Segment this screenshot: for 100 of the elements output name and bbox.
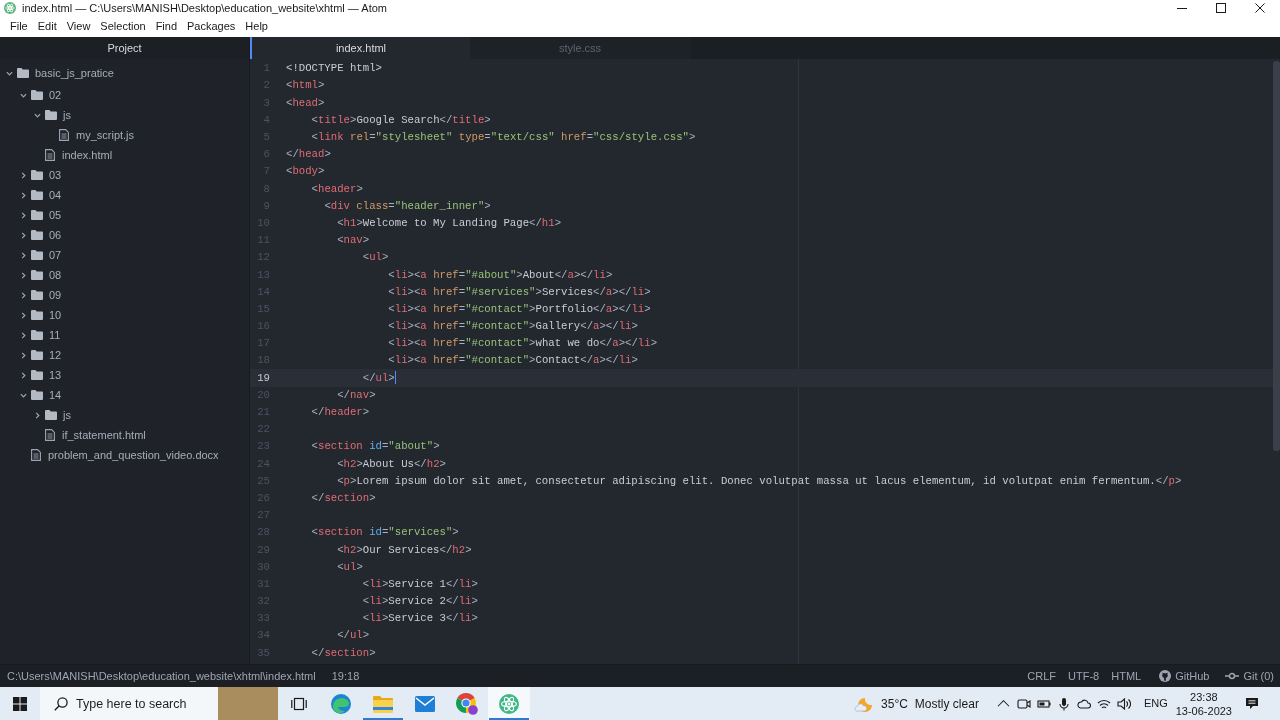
four-tiles-icon: [13, 696, 27, 711]
tree-item[interactable]: 13: [20, 365, 62, 385]
tree-item[interactable]: my_script.js: [59, 125, 135, 145]
github-button[interactable]: GitHub: [1159, 670, 1210, 682]
code-line: <h1>Welcome to My Landing Page</h1>: [337, 217, 562, 229]
folder-icon: [31, 310, 43, 320]
tree-item[interactable]: 10: [20, 305, 62, 325]
folder-icon: [31, 250, 43, 260]
scrollbar[interactable]: [1273, 61, 1280, 451]
code-line: <ul>: [337, 561, 363, 573]
editor-tab[interactable]: index.html: [250, 37, 470, 59]
maximize-icon: [1216, 3, 1226, 13]
code-line: <li><a href="#contact">Gallery</a></li>: [388, 321, 638, 332]
code-line: <html>: [286, 80, 325, 92]
code-line: <li>Service 3</li>: [362, 613, 478, 624]
close-icon: [1255, 3, 1265, 13]
encoding-button[interactable]: UTF-8: [1068, 670, 1100, 682]
code-line: <title>Google Search</title>: [311, 114, 491, 126]
tree-item[interactable]: if_statement.html: [45, 425, 146, 445]
file-folder-icon: [373, 694, 393, 713]
tree-item[interactable]: 14: [20, 385, 62, 405]
line-ending-button[interactable]: CRLF: [1027, 670, 1057, 682]
folder-icon: [31, 330, 43, 340]
minimize-icon: [1177, 7, 1187, 9]
tree-item[interactable]: 05: [20, 205, 62, 225]
project-panel-tab[interactable]: Project: [0, 37, 249, 59]
tree-item[interactable]: 09: [20, 285, 62, 305]
code-line: <li><a href="#contact">what we do</a></li>: [388, 338, 658, 349]
tree-item[interactable]: problem_and_question_video.docx: [31, 445, 219, 465]
code-line: <!DOCTYPE html>: [286, 63, 382, 74]
folder-icon: [31, 190, 43, 200]
taskbar-app-button[interactable]: [488, 687, 530, 720]
clock-button[interactable]: 23:38 13-06-2023: [1171, 689, 1236, 718]
folder-icon: [31, 290, 43, 300]
tree-item[interactable]: 08: [20, 265, 62, 285]
tricolor-circle-icon: [456, 692, 478, 715]
envelope-icon: [415, 695, 435, 712]
menu-item[interactable]: Packages: [182, 17, 241, 36]
menu-item[interactable]: Help: [240, 17, 273, 36]
microphone-icon[interactable]: [1056, 696, 1071, 711]
chevron-up-icon[interactable]: [996, 698, 1010, 709]
document-icon: [45, 429, 55, 441]
code-line: <section id="about">: [311, 441, 440, 453]
text-cursor: [394, 371, 397, 385]
folder-icon: [31, 370, 43, 380]
tree-item[interactable]: index.html: [45, 145, 113, 165]
code-line: </header>: [311, 407, 370, 418]
git-button[interactable]: Git (0): [1225, 670, 1274, 682]
weather-button[interactable]: 35°C Mostly clear: [848, 687, 985, 720]
tree-item[interactable]: 07: [20, 245, 62, 265]
document-icon: [59, 129, 69, 141]
tree-item[interactable]: js: [34, 405, 71, 425]
menu-item[interactable]: View: [61, 17, 96, 36]
tree-item[interactable]: basic_js_pratice: [6, 63, 114, 83]
code-line: <li><a href="#about">About</a></li>: [388, 269, 613, 281]
search-box[interactable]: Type here to search: [40, 687, 278, 720]
atom-icon: [499, 693, 519, 714]
folder-icon: [17, 68, 29, 78]
code-line: <h2>About Us</h2>: [337, 458, 446, 470]
search-input[interactable]: Type here to search: [76, 693, 196, 714]
tree-item[interactable]: js: [34, 105, 71, 125]
file-path-link[interactable]: C:\Users\MANISH\Desktop\education_website\xhtml\index.html: [7, 670, 316, 682]
code-line: <section id="services">: [311, 527, 459, 538]
tree-item[interactable]: 12: [20, 345, 62, 365]
code-line: </nav>: [337, 389, 376, 401]
folder-icon: [31, 270, 43, 280]
grammar-button[interactable]: HTML: [1111, 670, 1142, 682]
language-button[interactable]: ENG: [1139, 698, 1172, 709]
menu-item[interactable]: File: [5, 17, 33, 36]
code-line: <head>: [286, 97, 325, 109]
code-line: <li><a href="#contact">Portfolio</a></li>: [388, 303, 651, 315]
picture-placeholder: [218, 687, 278, 720]
folder-icon: [31, 350, 43, 360]
folder-icon: [45, 110, 57, 120]
notification-icon[interactable]: [1245, 697, 1259, 710]
folder-icon: [45, 410, 57, 420]
menu-item[interactable]: Find: [150, 17, 183, 36]
menu-item[interactable]: Selection: [95, 17, 151, 36]
search-icon: [54, 696, 68, 711]
speaker-icon[interactable]: [1116, 696, 1131, 711]
code-line: <ul>: [362, 252, 389, 263]
tree-item[interactable]: 02: [20, 85, 62, 105]
line-number: 19: [257, 372, 270, 384]
task-view-icon: [291, 696, 307, 711]
document-icon: [45, 149, 55, 161]
code-line: <link rel="stylesheet" type="text/css" href="css/style.css">: [311, 132, 696, 143]
folder-icon: [31, 90, 43, 100]
menu-item[interactable]: Edit: [32, 17, 62, 36]
folder-icon: [31, 390, 43, 400]
commit-icon: [1225, 672, 1240, 680]
code-line: <li><a href="#services">Services</a></li>: [388, 286, 651, 298]
code-line: <li>Service 2</li>: [362, 596, 478, 607]
tree-item[interactable]: 11: [20, 325, 61, 345]
cursor-position[interactable]: 19:18: [331, 670, 360, 682]
tree-item[interactable]: 06: [20, 225, 62, 245]
video-camera-icon[interactable]: [1016, 696, 1031, 711]
tree-item[interactable]: 04: [20, 185, 62, 205]
swirl-circle-icon: [331, 693, 351, 714]
tree-item[interactable]: 03: [20, 165, 62, 185]
code-line: </section>: [311, 492, 376, 504]
